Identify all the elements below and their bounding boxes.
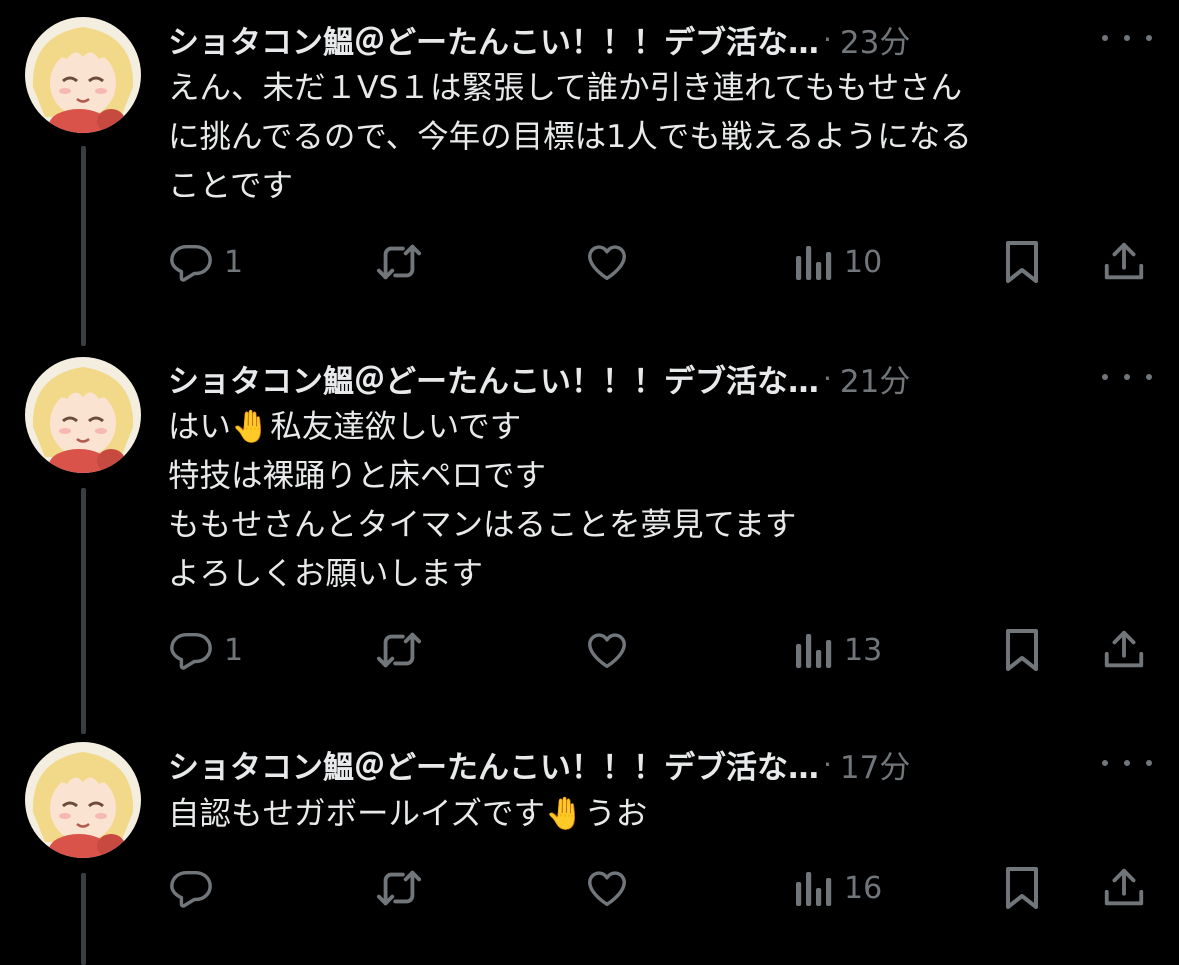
avatar[interactable]	[25, 742, 141, 858]
more-dots-icon[interactable]	[1102, 748, 1152, 778]
bookmark-icon	[1006, 867, 1038, 909]
views-count: 10	[844, 244, 883, 280]
reply-button[interactable]	[168, 860, 224, 916]
post-header: ショタコン鰮＠どーたんこい！！！デブ活な… · 21分	[168, 356, 910, 400]
heart-icon	[588, 871, 626, 907]
action-bar: 16	[0, 860, 1179, 916]
post-text: 自認もせガボールイズです🤚うお	[168, 790, 1128, 839]
avatar-image	[25, 742, 141, 858]
post-text-line: よろしくお願いします	[168, 556, 484, 592]
bookmark-icon	[1006, 241, 1038, 283]
timestamp[interactable]: 21分	[840, 356, 910, 401]
share-upload-icon	[1104, 868, 1144, 906]
heart-icon	[588, 633, 626, 669]
post-text: えん、未だ１VS１は緊張して誰か引き連れてももせさん に挑んでるので、今年の目標…	[168, 64, 1128, 211]
avatar[interactable]	[25, 17, 141, 133]
views-button[interactable]: 13	[794, 622, 882, 678]
bar-chart-icon	[796, 634, 832, 668]
repost-arrows-icon	[376, 244, 422, 280]
share-button[interactable]	[1101, 234, 1147, 290]
post-header: ショタコン鰮＠どーたんこい！！！デブ活な… · 23分	[168, 17, 910, 61]
bookmark-button[interactable]	[1000, 622, 1044, 678]
reply-count: 1	[224, 244, 244, 280]
bar-chart-icon	[796, 246, 832, 280]
more-dots-icon[interactable]	[1102, 23, 1152, 53]
thread-connector	[81, 488, 86, 734]
action-bar: 1 10	[0, 234, 1179, 290]
post-text-line: はい🤚私友達欲しいです	[168, 409, 522, 445]
share-button[interactable]	[1101, 622, 1147, 678]
separator-dot: ·	[823, 361, 832, 395]
post-text-line: に挑んでるので、今年の目標は1人でも戦えるようになる	[168, 119, 972, 155]
reply-count: 1	[224, 632, 244, 668]
post-header: ショタコン鰮＠どーたんこい！！！デブ活な… · 17分	[168, 742, 910, 786]
bookmark-button[interactable]	[1000, 234, 1044, 290]
bar-chart-icon	[796, 872, 832, 906]
reply-button[interactable]: 1	[168, 234, 243, 290]
share-upload-icon	[1104, 242, 1144, 280]
post-text-line: 特技は裸踊りと床ペロです	[168, 458, 547, 494]
post-text-line: えん、未だ１VS１は緊張して誰か引き連れてももせさん	[168, 70, 963, 106]
separator-dot: ·	[823, 747, 832, 781]
separator-dot: ·	[823, 22, 832, 56]
post-text-line: ことです	[168, 168, 294, 204]
avatar-image	[25, 17, 141, 133]
speech-bubble-icon	[170, 244, 212, 282]
like-button[interactable]	[583, 860, 641, 916]
post-text-line: 自認もせガボールイズです🤚うお	[168, 796, 648, 832]
views-button[interactable]: 10	[794, 234, 882, 290]
action-bar: 1 13	[0, 622, 1179, 678]
repost-arrows-icon	[376, 632, 422, 668]
like-button[interactable]	[583, 622, 641, 678]
timestamp[interactable]: 23分	[840, 17, 910, 62]
reply-button[interactable]: 1	[168, 622, 243, 678]
views-count: 13	[844, 632, 883, 668]
speech-bubble-icon	[170, 632, 212, 670]
speech-bubble-icon	[170, 870, 212, 908]
author-name[interactable]: ショタコン鰮＠どーたんこい！！！デブ活な…	[168, 742, 819, 787]
share-button[interactable]	[1101, 860, 1147, 916]
timestamp[interactable]: 17分	[840, 742, 910, 787]
repost-button[interactable]	[374, 860, 434, 916]
more-dots-icon[interactable]	[1102, 362, 1152, 392]
author-name[interactable]: ショタコン鰮＠どーたんこい！！！デブ活な…	[168, 17, 819, 62]
author-name[interactable]: ショタコン鰮＠どーたんこい！！！デブ活な…	[168, 356, 819, 401]
bookmark-icon	[1006, 629, 1038, 671]
avatar-image	[25, 357, 141, 473]
views-count: 16	[844, 870, 883, 906]
avatar[interactable]	[25, 357, 141, 473]
repost-arrows-icon	[376, 870, 422, 906]
heart-icon	[588, 245, 626, 281]
post-text-line: ももせさんとタイマンはることを夢見てます	[168, 507, 797, 543]
bookmark-button[interactable]	[1000, 860, 1044, 916]
like-button[interactable]	[583, 234, 641, 290]
repost-button[interactable]	[374, 622, 434, 678]
views-button[interactable]: 16	[794, 860, 882, 916]
share-upload-icon	[1104, 630, 1144, 668]
post-text: はい🤚私友達欲しいです 特技は裸踊りと床ペロです ももせさんとタイマンはることを…	[168, 403, 1128, 599]
repost-button[interactable]	[374, 234, 434, 290]
